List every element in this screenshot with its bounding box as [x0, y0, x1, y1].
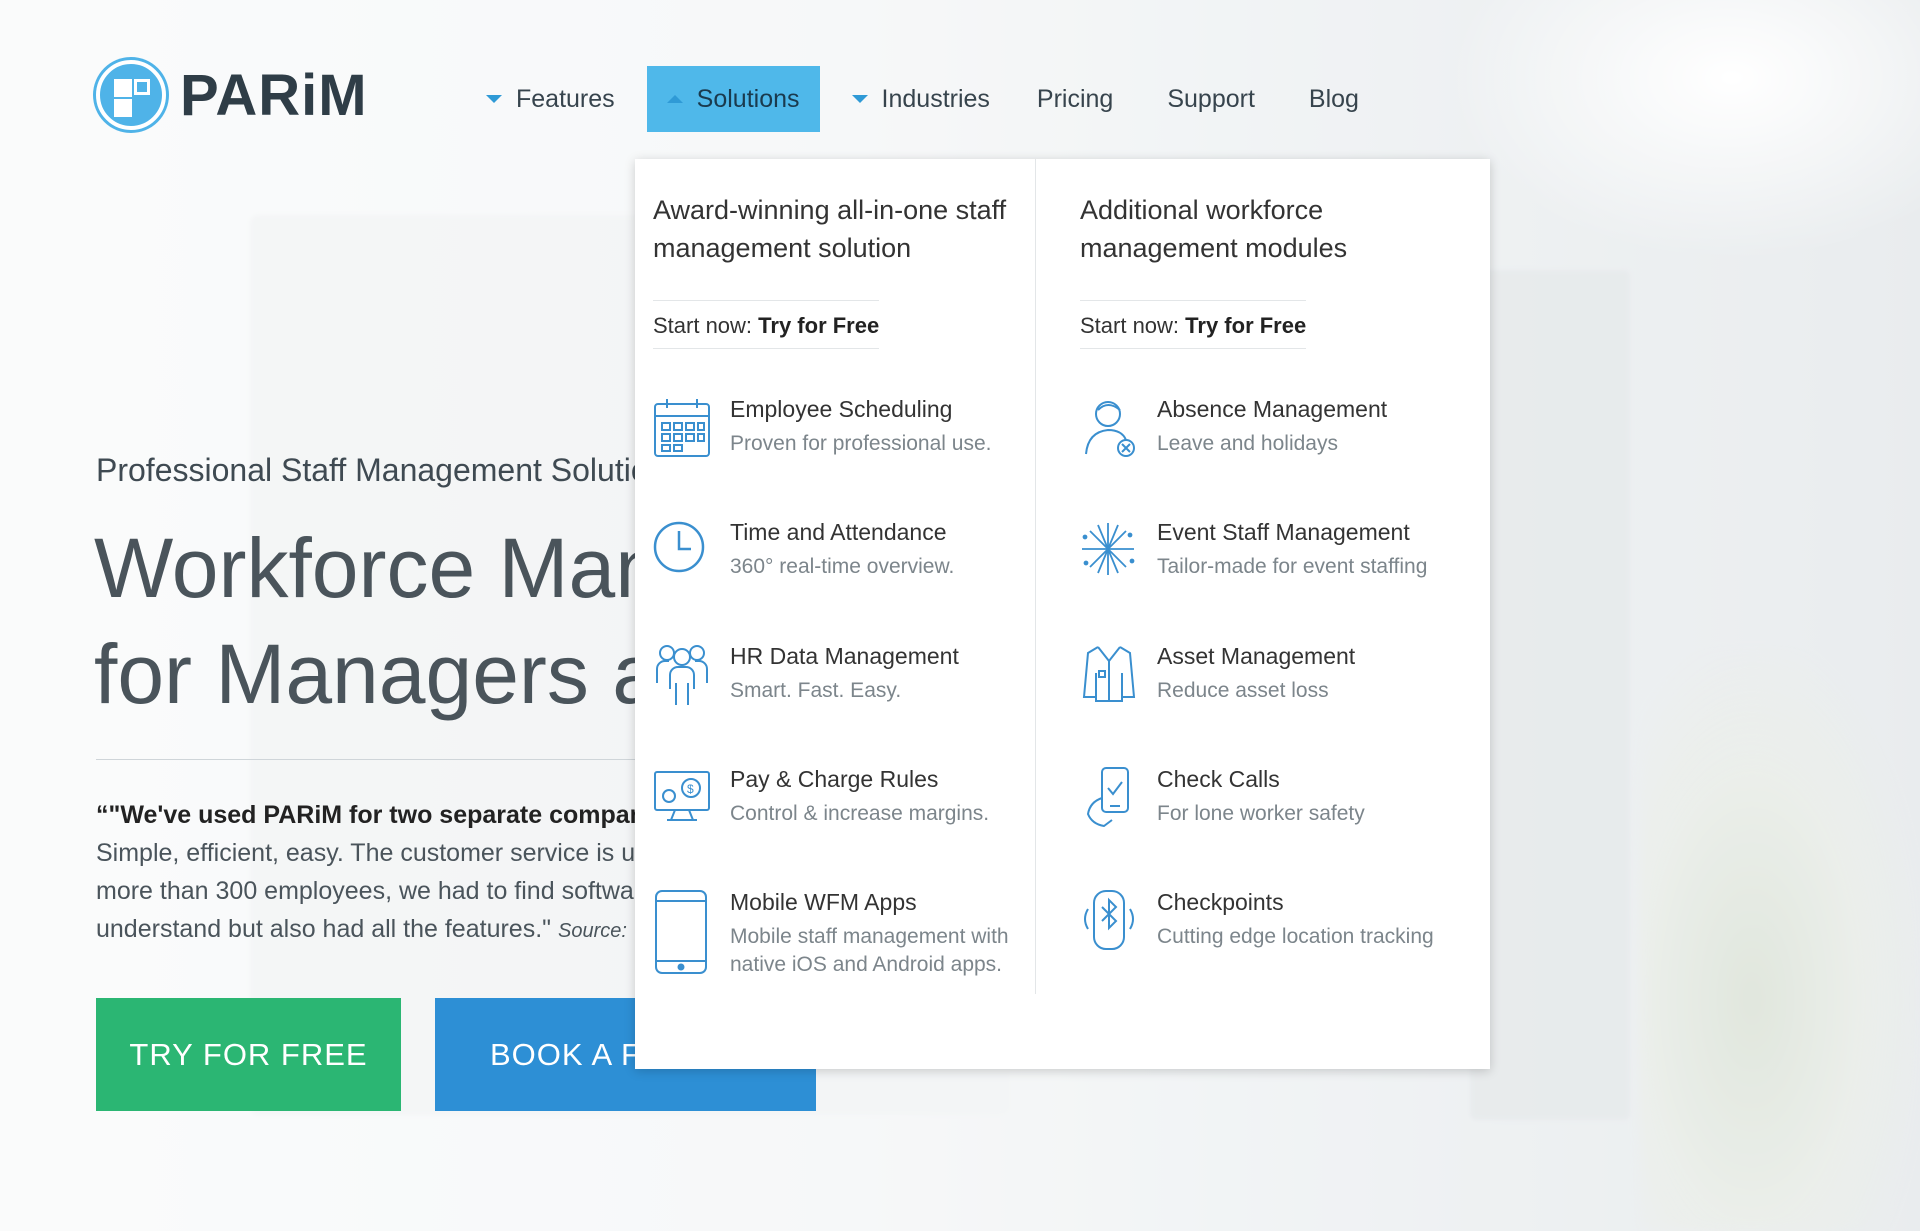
module-pay-charge[interactable]: $ Pay & Charge Rules Control & increase … — [653, 766, 1053, 876]
logo-text: PARiM — [180, 62, 368, 128]
module-asset[interactable]: Asset Management Reduce asset loss — [1080, 643, 1480, 753]
try-for-free-button[interactable]: TRY FOR FREE — [96, 998, 401, 1111]
testimonial-quote: “"We've used PARiM for two separate comp… — [96, 801, 636, 943]
module-event-staff[interactable]: Event Staff Management Tailor-made for e… — [1080, 519, 1480, 629]
solutions-dropdown: Award-winning all-in-one staff managemen… — [635, 159, 1490, 1069]
caret-up-icon — [666, 95, 683, 103]
tablet-icon — [653, 889, 711, 977]
module-employee-scheduling[interactable]: Employee Scheduling Proven for professio… — [653, 396, 1053, 506]
nav-support[interactable]: Support — [1140, 66, 1282, 132]
column-heading: Additional workforce management modules — [1080, 195, 1348, 263]
logo-icon — [96, 60, 166, 130]
nav-industries[interactable]: Industries — [832, 66, 1010, 132]
column-heading: Award-winning all-in-one staff managemen… — [653, 195, 1007, 263]
nav-pricing[interactable]: Pricing — [1010, 66, 1140, 132]
nav-solutions[interactable]: Solutions — [646, 66, 820, 132]
people-group-icon — [653, 643, 711, 707]
svg-text:$: $ — [687, 782, 694, 796]
start-now-link[interactable]: Start now: Try for Free — [653, 300, 880, 349]
caret-down-icon — [486, 95, 502, 103]
start-now-link[interactable]: Start now: Try for Free — [1080, 300, 1307, 349]
module-hr-data[interactable]: HR Data Management Smart. Fast. Easy. — [653, 643, 1053, 753]
module-mobile-apps[interactable]: Mobile WFM Apps Mobile staff management … — [653, 889, 1053, 999]
calendar-icon — [653, 396, 711, 460]
nav-blog[interactable]: Blog — [1282, 66, 1386, 132]
module-check-calls[interactable]: Check Calls For lone worker safety — [1080, 766, 1480, 876]
main-nav: Features Solutions Industries Pricing Su… — [466, 66, 1386, 132]
monitor-gears-icon: $ — [653, 766, 711, 830]
quote-source[interactable]: Source: — [558, 920, 627, 942]
caret-down-icon — [851, 95, 868, 103]
module-time-attendance[interactable]: Time and Attendance 360° real-time overv… — [653, 519, 1053, 629]
bluetooth-icon — [1080, 889, 1138, 953]
module-checkpoints[interactable]: Checkpoints Cutting edge location tracki… — [1080, 889, 1480, 999]
hero-subtitle: Professional Staff Management Solution — [96, 452, 667, 488]
hero-divider — [96, 759, 636, 760]
nav-features[interactable]: Features — [466, 66, 635, 132]
logo[interactable]: PARiM — [96, 60, 368, 130]
person-x-icon — [1080, 396, 1138, 460]
module-absence[interactable]: Absence Management Leave and holidays — [1080, 396, 1480, 506]
uniform-icon — [1080, 643, 1138, 707]
dropdown-column-additional: Additional workforce management modules … — [1080, 159, 1470, 994]
phone-check-icon — [1080, 766, 1138, 830]
dropdown-column-main: Award-winning all-in-one staff managemen… — [653, 159, 1023, 994]
clock-icon — [653, 519, 711, 583]
firework-icon — [1080, 519, 1138, 583]
